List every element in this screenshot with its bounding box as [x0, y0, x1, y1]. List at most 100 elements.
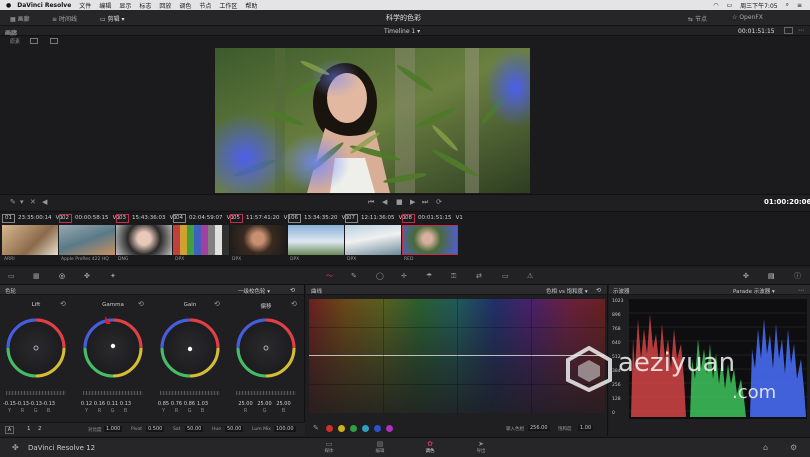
menu-workspace[interactable]: 工作区 — [219, 1, 237, 10]
offset-wheel[interactable] — [236, 318, 296, 378]
key-icon[interactable]: ⚿ — [451, 273, 456, 280]
gallery-button[interactable]: ▦ 画廊 — [10, 14, 30, 23]
menu-file[interactable]: 文件 — [79, 1, 91, 10]
skip-end-icon[interactable]: ⏭ — [422, 199, 428, 206]
pen-tool-icon[interactable]: ✎ — [10, 199, 16, 206]
swatch-yellow[interactable] — [338, 425, 345, 432]
page-media[interactable]: ▭ 媒体 — [318, 440, 340, 454]
offset-values[interactable]: 25.00 25.00 25.00 — [236, 401, 293, 407]
window-icon[interactable]: ◯ — [376, 273, 384, 280]
gamma-master-wheel[interactable] — [83, 391, 143, 395]
clips-button[interactable]: ▭ 剪辑 ▾ — [100, 14, 125, 23]
menu-edit[interactable]: 编辑 — [99, 1, 111, 10]
menu-color[interactable]: 调色 — [179, 1, 191, 10]
sat-field[interactable]: 50.00 — [185, 426, 204, 432]
search-icon[interactable]: ⌕ — [786, 1, 789, 9]
offset-master-wheel[interactable] — [236, 391, 296, 395]
rgb-mixer-icon[interactable]: ✤ — [84, 273, 90, 280]
gain-reset-icon[interactable]: ⟲ — [214, 301, 220, 308]
motion-effects-icon[interactable]: ✦ — [110, 273, 116, 280]
curves-icon[interactable]: 〜 — [326, 273, 333, 280]
gamma-wheel[interactable] — [83, 316, 143, 378]
swatch-green[interactable] — [350, 425, 357, 432]
clip-item[interactable]: 02 00:00:58:15 V1 Apple ProRes 422 HQ — [59, 212, 120, 267]
qualifier-icon[interactable]: ✎ — [351, 273, 357, 280]
nodes-button[interactable]: ⇆ 节点 — [688, 14, 707, 23]
page-color[interactable]: ✿ 调色 — [419, 440, 441, 454]
clip-item[interactable]: 07 12:11:36:05 V1 DPX — [345, 212, 406, 267]
app-menu[interactable]: DaVinci Resolve — [17, 2, 71, 9]
gain-values[interactable]: 0.85 0.76 0.86 1.03 — [157, 401, 209, 407]
color-wheels-icon[interactable]: ◎ — [59, 273, 65, 280]
camera-raw-icon[interactable]: ▭ — [8, 273, 15, 280]
swatch-cyan[interactable] — [362, 425, 369, 432]
swatch-red[interactable] — [326, 425, 333, 432]
stereo-icon[interactable]: ⚠ — [527, 273, 533, 280]
lum-mix-field[interactable]: 100.00 — [274, 426, 296, 432]
stop-icon[interactable]: ■ — [396, 199, 403, 206]
menu-view[interactable]: 显示 — [119, 1, 131, 10]
tracker-icon[interactable]: ✛ — [401, 273, 407, 280]
fullscreen-icon[interactable] — [784, 27, 793, 34]
page-2-button[interactable]: 2 — [38, 426, 42, 432]
page-a-button[interactable]: A — [5, 426, 14, 434]
clip-item[interactable]: 04 02:04:59:07 V1 DPX — [173, 212, 234, 267]
audio-icon[interactable]: ◀ — [42, 199, 47, 206]
lift-wheel[interactable] — [6, 318, 66, 378]
home-icon[interactable]: ⌂ — [763, 444, 768, 452]
curve-graph[interactable] — [309, 299, 605, 413]
split-screen-icon[interactable] — [50, 38, 58, 44]
source-label[interactable]: 原素 — [10, 38, 20, 45]
image-wipe-icon[interactable] — [30, 38, 38, 44]
saturation-field[interactable]: 1.00 — [578, 425, 594, 431]
clip-item[interactable]: 03 15:43:36:03 V1 DNG — [116, 212, 177, 267]
reset-all-icon[interactable]: ⟲ — [290, 287, 295, 294]
gain-wheel[interactable] — [160, 318, 220, 378]
clip-item[interactable]: 01 23:35:00:14 V1 ARRI — [2, 212, 63, 267]
eyedropper-icon[interactable]: ✎ — [313, 425, 319, 432]
swatch-blue[interactable] — [374, 425, 381, 432]
lift-reset-icon[interactable]: ⟲ — [60, 301, 66, 308]
curves-reset-icon[interactable]: ⟲ — [596, 287, 601, 294]
curves-mode-select[interactable]: 色相 vs 饱和度 ▾ — [546, 287, 588, 295]
lift-values[interactable]: -0.15 -0.13 -0.13 -0.13 — [3, 401, 55, 407]
battery-icon[interactable]: ▭ — [726, 2, 732, 9]
hue-field[interactable]: 50.00 — [225, 426, 244, 432]
chevron-down-icon[interactable]: ▾ — [20, 199, 24, 206]
menu-mark[interactable]: 标志 — [139, 1, 151, 10]
more-icon[interactable]: ⋯ — [798, 27, 804, 34]
wifi-icon[interactable]: ◠ — [713, 2, 718, 9]
menu-list-icon[interactable]: ≡ — [797, 2, 802, 9]
clip-item[interactable]: 06 13:34:35:20 V1 DPX — [288, 212, 349, 267]
settings-gear-icon[interactable]: ⚙ — [790, 444, 797, 452]
play-icon[interactable]: ▶ — [410, 199, 415, 206]
info-icon[interactable]: ⓘ — [794, 273, 801, 280]
scope-tools-icon[interactable]: ✤ — [743, 273, 749, 280]
wheels-mode-select[interactable]: 一级校色轮 ▾ — [238, 287, 270, 295]
scope-more-icon[interactable]: ⋯ — [798, 287, 804, 294]
scope-mode-select[interactable]: Parade 示波器 ▾ — [733, 287, 775, 295]
cross-tool-icon[interactable]: ✕ — [30, 199, 36, 206]
viewer-image[interactable] — [215, 48, 530, 193]
gamma-reset-icon[interactable]: ⟲ — [138, 301, 144, 308]
blur-icon[interactable]: ☂ — [426, 273, 432, 280]
gain-master-wheel[interactable] — [160, 391, 220, 395]
clip-item[interactable]: 05 11:57:41:20 V1 DPX — [230, 212, 291, 267]
lift-master-wheel[interactable] — [6, 391, 66, 395]
sizing-icon[interactable]: ⇄ — [476, 273, 482, 280]
play-reverse-icon[interactable]: ◀ — [382, 199, 387, 206]
contrast-field[interactable]: 1.000 — [104, 426, 123, 432]
apple-icon[interactable]: ● — [6, 2, 11, 9]
swatch-magenta[interactable] — [386, 425, 393, 432]
timeline-selector[interactable]: Timeline 1 ▾ — [384, 28, 420, 35]
offset-reset-icon[interactable]: ⟲ — [291, 301, 297, 308]
skip-start-icon[interactable]: ⏮ — [368, 199, 374, 206]
clock[interactable]: 周三下午7:05 — [740, 1, 777, 10]
openfx-button[interactable]: ☆ OpenFX — [732, 14, 763, 21]
pivot-field[interactable]: 0.500 — [146, 426, 165, 432]
gamma-values[interactable]: 0.12 0.16 0.11 0.13 — [80, 401, 132, 407]
menu-help[interactable]: 帮助 — [245, 1, 257, 10]
page-edit[interactable]: ▤ 编辑 — [369, 440, 391, 454]
page-deliver[interactable]: ➤ 导出 — [470, 440, 492, 454]
clip-item-selected[interactable]: 08 00:01:51:15 V1 RED — [402, 212, 463, 267]
